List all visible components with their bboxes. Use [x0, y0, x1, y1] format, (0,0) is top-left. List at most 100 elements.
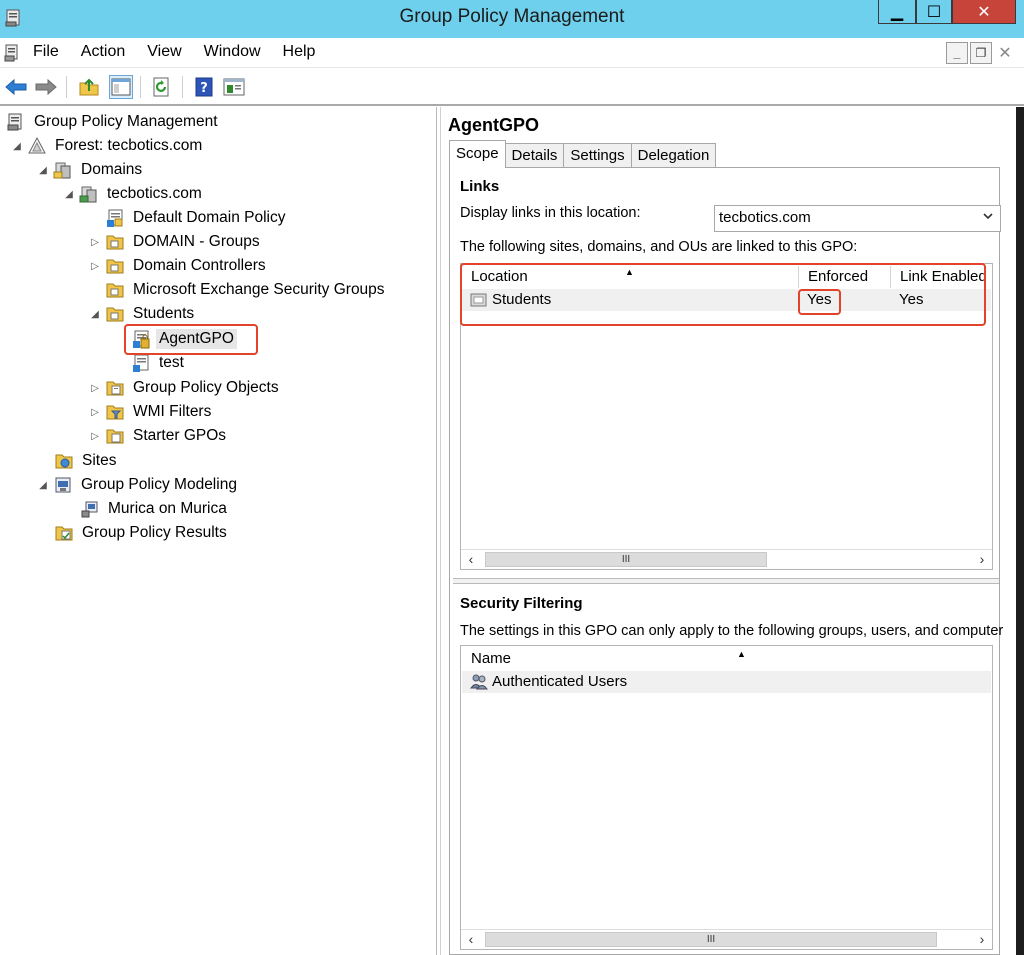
tree-label: Murica on Murica: [108, 500, 227, 517]
menu-action[interactable]: Action: [81, 43, 125, 61]
details-pane: AgentGPO Scope Details Settings Delegati…: [440, 107, 1024, 955]
menu-window[interactable]: Window: [204, 43, 261, 61]
scrollbar-thumb[interactable]: III: [485, 932, 937, 947]
collapse-icon[interactable]: ◢: [89, 309, 101, 320]
tree-item-gpm-root[interactable]: Group Policy Management: [6, 111, 221, 133]
menu-view[interactable]: View: [147, 43, 181, 61]
sites-icon: [54, 451, 74, 471]
tree-label: Default Domain Policy: [133, 209, 286, 226]
scroll-right-icon[interactable]: ›: [972, 930, 992, 949]
domains-icon: [53, 160, 73, 180]
table-row[interactable]: Authenticated Users: [462, 671, 991, 693]
tree-label: Starter GPOs: [133, 427, 227, 444]
tree-item-sites[interactable]: Sites: [54, 450, 119, 472]
location-select[interactable]: tecbotics.com: [714, 205, 1001, 232]
show-hide-tree-icon[interactable]: [109, 75, 133, 99]
tree-item-gpo-objects[interactable]: ▷ Group Policy Objects: [89, 377, 282, 399]
links-heading: Links: [460, 178, 500, 195]
properties-icon[interactable]: [222, 75, 246, 99]
tree-item-domains[interactable]: ◢ Domains: [37, 159, 145, 181]
tab-strip: Scope Details Settings Delegation: [449, 140, 717, 168]
collapse-icon[interactable]: ◢: [63, 189, 75, 200]
window-edge: [1016, 107, 1024, 955]
toolbar: ?: [0, 68, 1024, 106]
annotation-highlight-enforced-yes: [798, 289, 841, 315]
pane-splitter[interactable]: [453, 578, 999, 584]
chevron-down-icon: [982, 210, 994, 225]
scrollbar-thumb[interactable]: III: [485, 552, 767, 567]
mdi-minimize-button[interactable]: _: [946, 42, 968, 64]
menu-file[interactable]: File: [33, 43, 59, 61]
tree-label: Group Policy Management: [34, 113, 218, 130]
back-arrow-icon[interactable]: [4, 75, 28, 99]
tree-item-students[interactable]: ◢ Students: [89, 303, 197, 325]
tree-label: DOMAIN - Groups: [133, 233, 260, 250]
tree-item-starter-gpos[interactable]: ▷ Starter GPOs: [89, 425, 229, 447]
scroll-left-icon[interactable]: ‹: [461, 930, 481, 949]
tab-details[interactable]: Details: [504, 143, 565, 168]
close-button[interactable]: ✕: [952, 0, 1016, 24]
location-select-value: tecbotics.com: [719, 209, 811, 226]
users-group-icon: [470, 673, 488, 695]
annotation-highlight-agentgpo: [124, 324, 258, 355]
mmc-document-icon[interactable]: [4, 44, 22, 62]
tab-settings[interactable]: Settings: [563, 143, 632, 168]
gpo-container-icon: [105, 378, 125, 398]
scroll-left-icon[interactable]: ‹: [461, 550, 481, 569]
collapse-icon[interactable]: ◢: [37, 165, 49, 176]
tree-label: Group Policy Results: [82, 524, 227, 541]
wmi-filter-icon: [105, 402, 125, 422]
svg-text:?: ?: [200, 81, 208, 96]
close-icon: ✕: [977, 3, 991, 21]
maximize-icon: ☐: [926, 3, 942, 21]
tree-item-wmi-filters[interactable]: ▷ WMI Filters: [89, 401, 214, 423]
tree-item-domain-groups[interactable]: ▷ DOMAIN - Groups: [89, 231, 263, 253]
tree-label: Domain Controllers: [133, 257, 266, 274]
security-filtering-heading: Security Filtering: [460, 595, 583, 612]
collapse-icon[interactable]: ◢: [11, 141, 23, 152]
tree-label: tecbotics.com: [107, 185, 202, 202]
maximize-button[interactable]: ☐: [916, 0, 952, 24]
expand-icon[interactable]: ▷: [89, 237, 101, 248]
tree-item-gp-results[interactable]: Group Policy Results: [54, 522, 230, 544]
gpo-link-icon: [131, 353, 151, 373]
expand-icon[interactable]: ▷: [89, 431, 101, 442]
expand-icon[interactable]: ▷: [89, 407, 101, 418]
tree-item-gp-modeling[interactable]: ◢ Group Policy Modeling: [37, 474, 240, 496]
forward-arrow-icon[interactable]: [34, 75, 58, 99]
starter-gpo-icon: [105, 426, 125, 446]
collapse-icon[interactable]: ◢: [37, 480, 49, 491]
help-icon[interactable]: ?: [192, 75, 216, 99]
tree-item-murica[interactable]: Murica on Murica: [80, 498, 230, 520]
menu-help[interactable]: Help: [283, 43, 316, 61]
expand-icon[interactable]: ▷: [89, 383, 101, 394]
tree-item-exchange-groups[interactable]: Microsoft Exchange Security Groups: [105, 279, 388, 301]
linked-description: The following sites, domains, and OUs ar…: [460, 239, 858, 255]
column-header-name[interactable]: Name: [471, 650, 511, 670]
minimize-icon: ▁: [890, 3, 904, 21]
domain-icon: [79, 184, 99, 204]
tree-item-forest[interactable]: ◢ Forest: tecbotics.com: [11, 135, 205, 157]
tree-label: Microsoft Exchange Security Groups: [133, 281, 385, 298]
security-horizontal-scrollbar[interactable]: ‹ III ›: [461, 929, 992, 949]
row-name: Authenticated Users: [492, 673, 628, 690]
security-filtering-list[interactable]: Name ▲ Authenticated Users ‹ III ›: [460, 645, 993, 950]
console-tree-pane: Group Policy Management ◢ Forest: tecbot…: [0, 107, 437, 955]
mdi-close-button[interactable]: ✕: [994, 42, 1016, 64]
tree-item-domain-tecbotics[interactable]: ◢ tecbotics.com: [63, 183, 205, 205]
minimize-button[interactable]: ▁: [878, 0, 916, 24]
tree-item-domain-controllers[interactable]: ▷ Domain Controllers: [89, 255, 269, 277]
refresh-icon[interactable]: [150, 75, 174, 99]
tree-label: test: [159, 354, 184, 371]
tab-scope[interactable]: Scope: [449, 140, 506, 168]
tree-item-default-domain-policy[interactable]: Default Domain Policy: [105, 207, 288, 229]
expand-icon[interactable]: ▷: [89, 261, 101, 272]
scroll-right-icon[interactable]: ›: [972, 550, 992, 569]
links-horizontal-scrollbar[interactable]: ‹ III ›: [461, 549, 992, 569]
menu-bar: File Action View Window Help _ ❐ ✕: [0, 38, 1024, 68]
tree-item-test[interactable]: test: [131, 352, 187, 374]
tab-delegation[interactable]: Delegation: [630, 143, 717, 168]
display-links-label: Display links in this location:: [460, 205, 641, 221]
up-folder-icon[interactable]: [77, 75, 101, 99]
mdi-restore-button[interactable]: ❐: [970, 42, 992, 64]
